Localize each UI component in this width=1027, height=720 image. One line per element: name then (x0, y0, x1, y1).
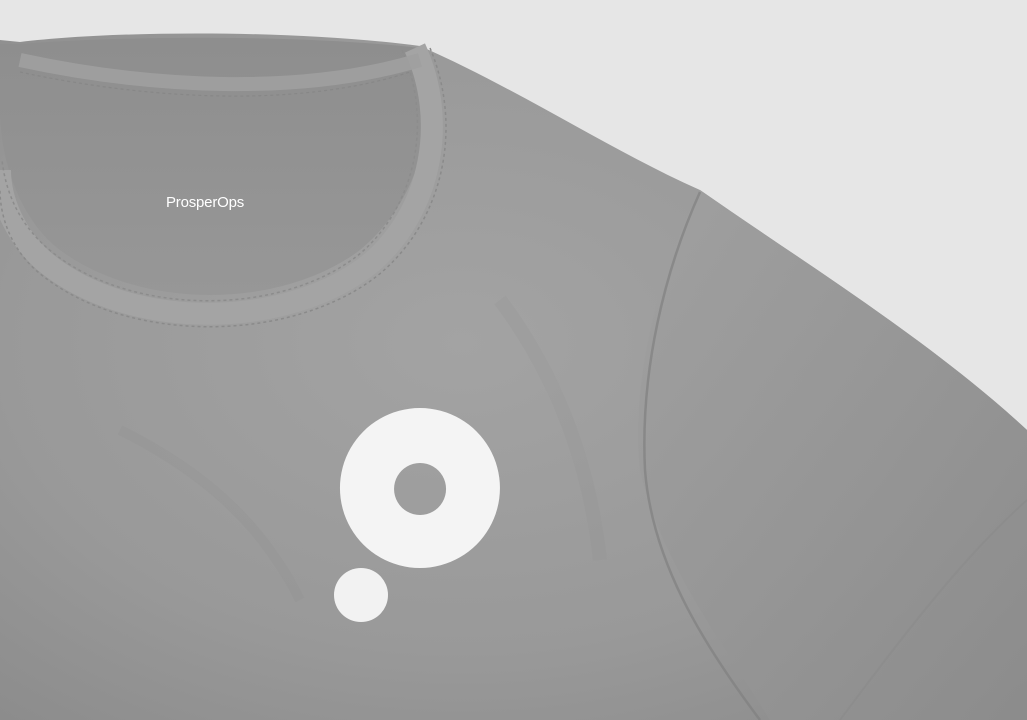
tshirt-photo: ProsperOps (0, 0, 1027, 720)
tshirt-illustration (0, 0, 1027, 720)
neck-label-text: ProsperOps (166, 194, 245, 211)
